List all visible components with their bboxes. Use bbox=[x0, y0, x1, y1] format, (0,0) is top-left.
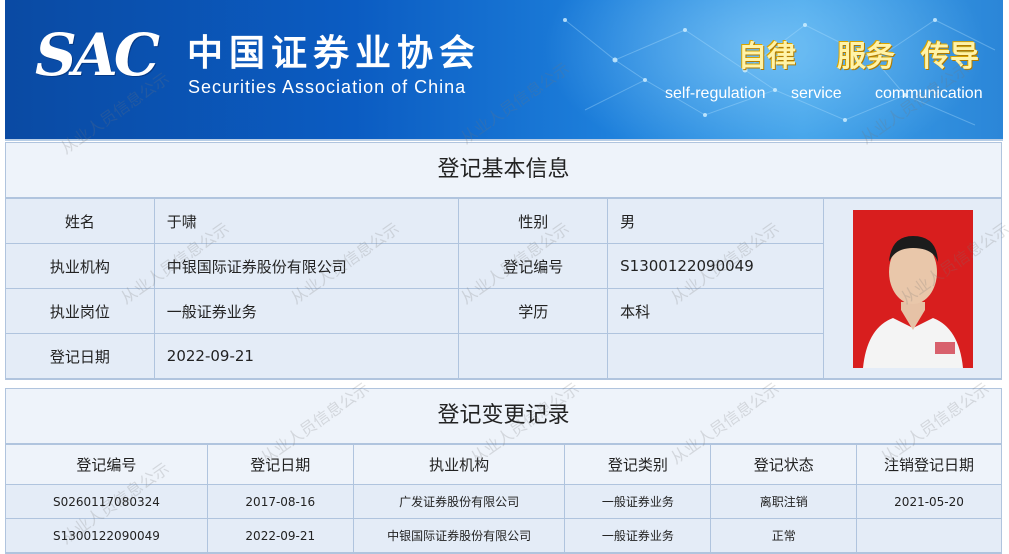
table-cell: S0260117080324 bbox=[5, 484, 208, 519]
slogan-service-en: service bbox=[791, 85, 842, 102]
slogan-self-regulation-en: self-regulation bbox=[665, 85, 766, 102]
table-row: S0260117080324 2017-08-16 广发证券股份有限公司 一般证… bbox=[5, 484, 1002, 519]
table-cell: 一般证券业务 bbox=[564, 484, 712, 519]
reg-date-value: 2022-09-21 bbox=[153, 333, 460, 379]
sac-logo: SAC bbox=[35, 21, 160, 89]
column-header: 执业机构 bbox=[352, 444, 566, 485]
position-value: 一般证券业务 bbox=[153, 288, 460, 334]
table-cell: 中银国际证券股份有限公司 bbox=[352, 518, 566, 553]
table-cell bbox=[856, 518, 1002, 553]
column-header: 登记编号 bbox=[5, 444, 208, 485]
slogan-service-cn: 服务 bbox=[837, 39, 896, 73]
education-label: 学历 bbox=[458, 288, 609, 334]
empty-cell bbox=[607, 333, 825, 379]
table-cell: 2022-09-21 bbox=[206, 518, 354, 553]
table-cell: 2021-05-20 bbox=[856, 484, 1002, 519]
position-label: 执业岗位 bbox=[5, 288, 155, 334]
org-label: 执业机构 bbox=[5, 243, 155, 289]
gender-label: 性别 bbox=[458, 198, 609, 244]
table-cell: 2017-08-16 bbox=[206, 484, 354, 519]
org-value: 中银国际证券股份有限公司 bbox=[153, 243, 460, 289]
reg-no-value: S1300122090049 bbox=[607, 243, 825, 289]
name-label: 姓名 bbox=[5, 198, 155, 244]
education-value: 本科 bbox=[607, 288, 825, 334]
reg-no-label: 登记编号 bbox=[458, 243, 609, 289]
slogan-communication-en: communication bbox=[875, 85, 983, 102]
person-silhouette bbox=[862, 235, 963, 368]
photo-cell bbox=[823, 198, 1002, 379]
column-header: 登记日期 bbox=[206, 444, 354, 485]
header-banner: SAC 中国证券业协会 Securities Association of Ch… bbox=[5, 0, 1003, 139]
table-cell: 广发证券股份有限公司 bbox=[352, 484, 566, 519]
records-panel: 登记变更记录 登记编号 登记日期 执业机构 登记类别 登记状态 注销登记日期 S… bbox=[5, 388, 1002, 554]
table-cell: 一般证券业务 bbox=[564, 518, 712, 553]
table-cell: 离职注销 bbox=[710, 484, 858, 519]
table-cell: S1300122090049 bbox=[5, 518, 208, 553]
basic-info-panel: 登记基本信息 姓名 于啸 性别 男 执业机构 中银国际证券股份有限公司 登记编号… bbox=[5, 142, 1002, 380]
gender-value: 男 bbox=[607, 198, 825, 244]
basic-info-title: 登记基本信息 bbox=[6, 143, 1001, 198]
empty-cell bbox=[458, 333, 609, 379]
records-table: 登记编号 登记日期 执业机构 登记类别 登记状态 注销登记日期 S0260117… bbox=[5, 444, 1002, 553]
basic-info-table: 姓名 于啸 性别 男 执业机构 中银国际证券股份有限公司 登记编号 S13001… bbox=[5, 198, 1002, 379]
slogan-communication-cn: 传导 bbox=[921, 39, 980, 73]
table-row: 姓名 于啸 性别 男 bbox=[5, 198, 1002, 379]
reg-date-label: 登记日期 bbox=[5, 333, 155, 379]
column-header: 登记状态 bbox=[710, 444, 858, 485]
person-photo bbox=[852, 209, 973, 368]
table-row: S1300122090049 2022-09-21 中银国际证券股份有限公司 一… bbox=[5, 518, 1002, 553]
banner-divider bbox=[5, 139, 1003, 141]
org-name-cn: 中国证券业协会 bbox=[187, 33, 482, 74]
org-name-en: Securities Association of China bbox=[188, 77, 467, 97]
column-header: 注销登记日期 bbox=[856, 444, 1002, 485]
table-header-row: 登记编号 登记日期 执业机构 登记类别 登记状态 注销登记日期 bbox=[5, 444, 1002, 485]
column-header: 登记类别 bbox=[564, 444, 712, 485]
records-title: 登记变更记录 bbox=[6, 389, 1001, 444]
table-cell: 正常 bbox=[710, 518, 858, 553]
slogan-self-regulation-cn: 自律 bbox=[738, 39, 797, 73]
name-value: 于啸 bbox=[153, 198, 460, 244]
